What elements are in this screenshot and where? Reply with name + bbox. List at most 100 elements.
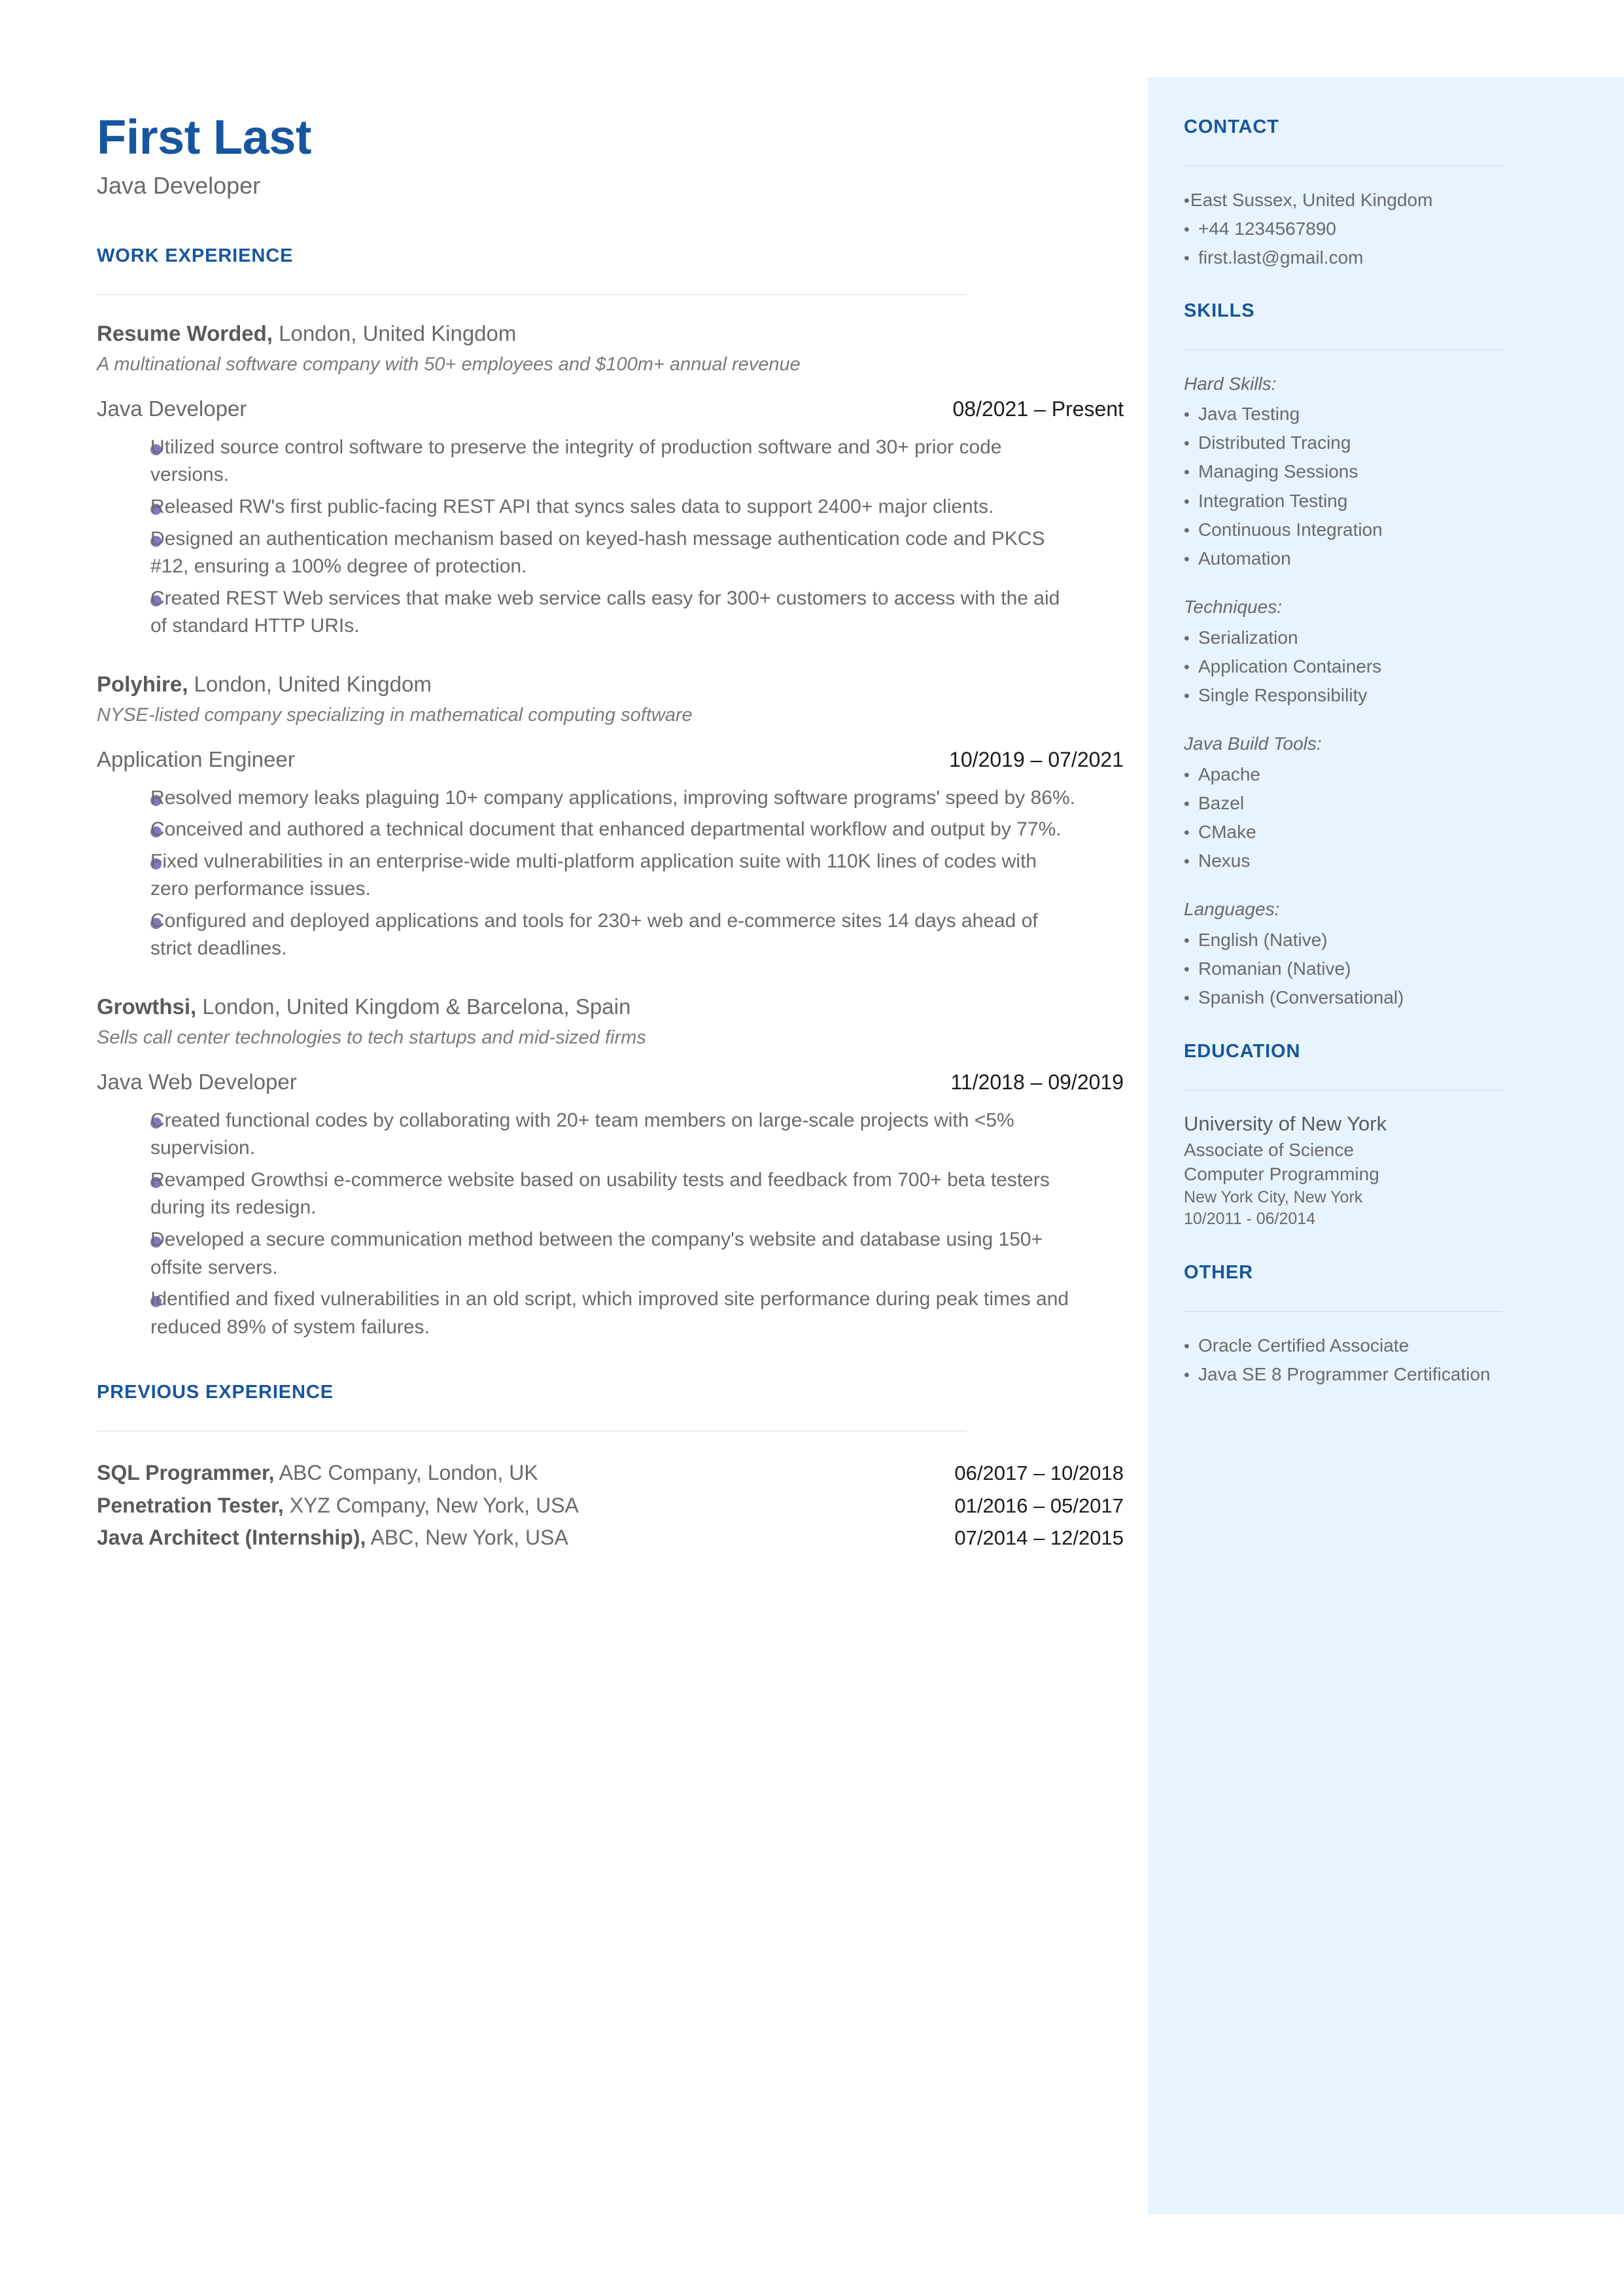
job-company-location: London, United Kingdom & Barcelona, Spai… (196, 994, 631, 1019)
job-company-line: Resume Worded, London, United Kingdom (97, 320, 1137, 348)
job-bullet-text: Created functional codes by collaboratin… (150, 1109, 1014, 1159)
table-row: SQL Programmer, ABC Company, London, UK … (97, 1459, 1124, 1487)
job-entry: Growthsi, London, United Kingdom & Barce… (97, 993, 1137, 1341)
skill-label: Single Responsibility (1198, 685, 1368, 706)
list-dot-icon: • (1184, 687, 1190, 706)
bullet-dot-icon (97, 784, 162, 806)
job-bullet: Fixed vulnerabilities in an enterprise-w… (97, 848, 1137, 903)
sidebar-section-skills: SKILLS Hard Skills: • Java Testing • Distr… (1184, 300, 1585, 1013)
skill-label: Bazel (1198, 792, 1245, 813)
skill-label: Managing Sessions (1198, 461, 1358, 482)
job-company-line: Growthsi, London, United Kingdom & Barce… (97, 993, 1137, 1021)
other-divider (1184, 1310, 1502, 1312)
job-bullet-text: Designed an authentication mechanism bas… (150, 527, 1045, 578)
job-bullet: Resolved memory leaks plaguing 10+ compa… (97, 784, 1137, 813)
main-column: First Last Java Developer WORK EXPERIENC… (97, 0, 1137, 1556)
list-dot-icon: • (1184, 931, 1190, 950)
skills-group-languages: Languages: • English (Native) • Romanian (… (1184, 895, 1585, 1012)
page-title: First Last (97, 110, 312, 164)
sidebar-section-contact: CONTACT • East Sussex, United Kingdom • … (1184, 118, 1585, 273)
previous-role-line: Penetration Tester, XYZ Company, New Yor… (97, 1492, 579, 1520)
job-title: Java Web Developer (97, 1070, 297, 1095)
skill-label: Distributed Tracing (1198, 432, 1351, 453)
skills-divider (1184, 349, 1502, 350)
work-experience-heading: WORK EXPERIENCE (97, 245, 294, 267)
job-bullet: Designed an authentication mechanism bas… (97, 525, 1137, 581)
job-title: Application Engineer (97, 746, 295, 771)
previous-role-title: Java Architect (Internship), (97, 1525, 366, 1549)
skill-label: English (Native) (1198, 929, 1328, 950)
list-item: • Oracle Certified Associate (1184, 1331, 1585, 1360)
bullet-dot-icon (97, 1107, 162, 1129)
list-dot-icon: • (1184, 434, 1190, 453)
previous-experience-heading: PREVIOUS EXPERIENCE (97, 1382, 334, 1403)
previous-role-title: Penetration Tester, (97, 1493, 284, 1517)
job-entry: Resume Worded, London, United Kingdom A … (97, 320, 1137, 640)
education-divider (1184, 1090, 1502, 1091)
job-company-location: London, United Kingdom (188, 671, 432, 696)
contact-phone[interactable]: +44 1234567890 (1198, 215, 1585, 243)
job-title-row: Java Web Developer 11/2018 – 09/2019 (97, 1069, 1124, 1095)
list-dot-icon: • (1184, 794, 1190, 813)
contact-list: • East Sussex, United Kingdom • +44 1234… (1184, 186, 1585, 273)
previous-role-dates: 06/2017 – 10/2018 (954, 1462, 1124, 1485)
list-dot-icon: • (1184, 492, 1190, 511)
bullet-dot-icon (97, 907, 162, 929)
contact-heading: CONTACT (1184, 116, 1279, 137)
list-dot-icon: • (1184, 823, 1190, 842)
previous-role-dates: 01/2016 – 05/2017 (954, 1494, 1124, 1517)
list-dot-icon: • (1184, 1366, 1190, 1385)
list-dot-icon: • (1184, 521, 1190, 540)
job-bullet: Utilized source control software to pres… (97, 434, 1137, 489)
previous-role-detail: ABC Company, London, UK (274, 1461, 538, 1485)
list-dot-icon: • (1184, 192, 1190, 210)
list-item: • Single Responsibility (1184, 681, 1585, 710)
job-company-description: A multinational software company with 50… (97, 353, 801, 375)
sidebar-section-education: EDUCATION University of New York Associa… (1184, 1042, 1585, 1231)
job-title: Java Developer (97, 396, 247, 421)
contact-item-email: • first.last@gmail.com (1184, 243, 1585, 272)
job-title-row: Application Engineer 10/2019 – 07/2021 (97, 746, 1124, 773)
bullet-dot-icon (97, 1286, 162, 1308)
list-item: • Java SE 8 Programmer Certification (1184, 1360, 1585, 1389)
skill-label: Continuous Integration (1198, 519, 1383, 540)
list-item: • Bazel (1184, 789, 1585, 818)
previous-role-line: SQL Programmer, ABC Company, London, UK (97, 1459, 538, 1487)
job-company-line: Polyhire, London, United Kingdom (97, 671, 1137, 699)
skills-heading: SKILLS (1184, 300, 1255, 321)
list-dot-icon: • (1184, 657, 1190, 676)
job-bullet-text: Released RW's first public-facing REST A… (150, 495, 994, 517)
job-company-location: London, United Kingdom (272, 321, 517, 346)
skills-group-list: • English (Native) • Romanian (Native) • Sp… (1184, 926, 1585, 1013)
job-bullet-text: Developed a secure communication method … (150, 1229, 1043, 1278)
list-item: • Spanish (Conversational) (1184, 983, 1585, 1012)
list-dot-icon: • (1184, 960, 1190, 979)
bullet-dot-icon (97, 816, 162, 838)
job-bullet-list: Resolved memory leaks plaguing 10+ compa… (97, 784, 1137, 964)
list-item: • Continuous Integration (1184, 516, 1585, 544)
list-dot-icon: • (1184, 1337, 1190, 1356)
list-item: • English (Native) (1184, 926, 1585, 955)
skill-label: Spanish (Conversational) (1198, 987, 1404, 1008)
work-experience-divider (97, 294, 967, 296)
skills-group-java-build-tools: Java Build Tools: • Apache • Bazel • CMake … (1184, 729, 1585, 875)
skill-label: Application Containers (1198, 656, 1382, 676)
contact-item-location: • East Sussex, United Kingdom (1184, 186, 1585, 215)
skills-group-label: Hard Skills: (1184, 373, 1277, 394)
contact-email[interactable]: first.last@gmail.com (1198, 243, 1585, 272)
list-item: • Integration Testing (1184, 487, 1585, 516)
job-bullet-text: Resolved memory leaks plaguing 10+ compa… (150, 786, 1075, 809)
list-item: • Distributed Tracing (1184, 429, 1585, 457)
job-bullet: Identified and fixed vulnerabilities in … (97, 1286, 1137, 1341)
previous-experience-table: SQL Programmer, ABC Company, London, UK … (97, 1459, 1124, 1552)
table-row: Java Architect (Internship), ABC, New Yo… (97, 1524, 1124, 1552)
job-title-row: Java Developer 08/2021 – Present (97, 396, 1124, 422)
list-dot-icon: • (1184, 989, 1190, 1008)
header-role: Java Developer (97, 171, 261, 199)
bullet-dot-icon (97, 493, 162, 515)
job-company-description: NYSE-listed company specializing in math… (97, 704, 693, 726)
skills-group-list: • Java Testing • Distributed Tracing • Mana… (1184, 400, 1585, 573)
job-bullet-text: Created REST Web services that make web … (150, 587, 1060, 637)
